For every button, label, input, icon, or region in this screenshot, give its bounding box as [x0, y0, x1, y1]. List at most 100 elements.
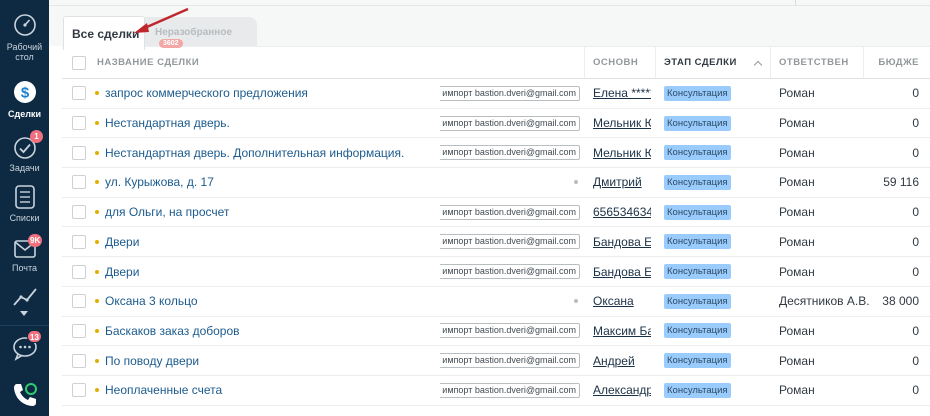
nav-leads[interactable]: $ Сделки — [0, 78, 49, 119]
header-responsible[interactable]: Ответствен — [779, 47, 869, 78]
table-row[interactable]: Двери импорт bastion.dveri@gmail.com Бандо… — [62, 228, 930, 258]
contact-cell: 656534634 — [593, 198, 651, 227]
row-checkbox[interactable] — [72, 205, 86, 220]
row-checkbox[interactable] — [72, 116, 86, 131]
lead-name-link[interactable]: По поводу двери — [105, 354, 199, 368]
contact-cell: Мельник Ю — [593, 138, 651, 167]
budget-cell: 0 — [912, 323, 919, 338]
table-row[interactable]: Нестандартная дверь. Дополнительная инфо… — [62, 138, 930, 169]
nav-stats[interactable] — [0, 285, 49, 309]
stage-cell: Консультация — [664, 376, 774, 405]
table-row[interactable]: Баскаков заказ доборов импорт bastion.dve… — [62, 317, 930, 347]
select-all-checkbox[interactable] — [72, 55, 86, 70]
table-row[interactable]: запрос коммерческого предложения импорт b… — [62, 79, 930, 109]
stats-icon — [12, 288, 37, 306]
table-row[interactable]: Оксана 3 кольцо Оксана Консультация Десятни… — [62, 287, 930, 317]
lead-name-link[interactable]: Двери — [105, 235, 139, 249]
tag-cell: импорт bastion.dveri@gmail.com — [440, 109, 580, 138]
contact-link[interactable]: Андрей — [593, 354, 635, 368]
lead-tag[interactable]: импорт bastion.dveri@gmail.com — [440, 234, 580, 250]
table-row[interactable]: По поводу двери импорт bastion.dveri@gmai… — [62, 346, 930, 376]
table-row[interactable]: Нестандартная дверь. импорт bastion.dveri… — [62, 109, 930, 139]
contact-cell: Дмитрий — [593, 168, 651, 197]
header-budget[interactable]: Бюдже — [870, 47, 919, 78]
stage-badge: Консультация — [664, 353, 731, 369]
nav-chat[interactable]: 13 — [0, 330, 49, 361]
stage-cell: Консультация — [664, 317, 774, 346]
lead-tag[interactable]: импорт bastion.dveri@gmail.com — [440, 145, 580, 161]
nav-lists[interactable]: Списки — [0, 184, 49, 223]
contact-cell: Елена ****** — [593, 79, 651, 108]
row-checkbox[interactable] — [72, 264, 86, 279]
contact-link[interactable]: Бандова Ев — [593, 265, 651, 279]
lead-name-link[interactable]: Баскаков заказ доборов — [105, 324, 240, 338]
budget-cell: 0 — [912, 116, 919, 131]
lead-name-link[interactable]: запрос коммерческого предложения — [105, 86, 308, 100]
table-row[interactable]: Неоплаченные счета импорт bastion.dveri@g… — [62, 376, 930, 406]
stage-cell: Консультация — [664, 138, 774, 167]
lead-name-link[interactable]: Неоплаченные счета — [105, 383, 222, 397]
header-separator — [584, 47, 585, 78]
table-row[interactable]: Двери импорт bastion.dveri@gmail.com Бандо… — [62, 257, 930, 287]
lead-tag[interactable]: импорт bastion.dveri@gmail.com — [440, 353, 580, 369]
status-dot — [95, 358, 99, 363]
lead-name-link[interactable]: Нестандартная дверь. — [105, 116, 230, 130]
contact-cell: Андрей — [593, 346, 651, 375]
row-checkbox[interactable] — [72, 294, 86, 309]
lead-tag[interactable]: импорт bastion.dveri@gmail.com — [440, 85, 580, 101]
contact-link[interactable]: Елена ****** — [593, 86, 651, 100]
lead-tag[interactable]: импорт bastion.dveri@gmail.com — [440, 323, 580, 339]
row-checkbox[interactable] — [72, 175, 86, 190]
status-dot — [95, 388, 99, 393]
header-separator — [655, 47, 656, 78]
nav-mail[interactable]: Почта 9K — [0, 234, 49, 273]
stage-badge: Консультация — [664, 145, 731, 161]
tag-cell: импорт bastion.dveri@gmail.com — [440, 346, 580, 375]
tasks-badge: 1 — [30, 130, 43, 143]
contact-link[interactable]: Дмитрий — [593, 175, 642, 189]
nav-tasks[interactable]: Задачи 1 — [0, 130, 49, 173]
row-checkbox[interactable] — [72, 353, 86, 368]
row-checkbox[interactable] — [72, 234, 86, 249]
contact-link[interactable]: Мельник Ю — [593, 116, 651, 130]
table-row[interactable]: для Ольги, на просчет импорт bastion.dver… — [62, 198, 930, 228]
contact-link[interactable]: Мельник Ю — [593, 146, 651, 160]
lead-tag[interactable]: импорт bastion.dveri@gmail.com — [440, 264, 580, 280]
table-row[interactable]: ул. Курыжова, д. 17 Дмитрий Консультация Ро… — [62, 168, 930, 198]
responsible-cell: Роман — [779, 205, 815, 220]
status-dot — [95, 299, 99, 304]
lists-icon — [14, 185, 35, 209]
row-checkbox[interactable] — [72, 323, 86, 338]
contact-link[interactable]: Александр — [593, 383, 651, 397]
row-checkbox[interactable] — [72, 86, 86, 101]
lead-name-link[interactable]: ул. Курыжова, д. 17 — [105, 175, 214, 189]
header-contact[interactable]: Основн — [593, 47, 651, 78]
responsible-cell: Роман — [779, 264, 815, 279]
nav-phone[interactable] — [0, 373, 49, 416]
status-dot — [95, 121, 99, 126]
contact-link[interactable]: 656534634 — [593, 205, 651, 219]
status-dot — [95, 328, 99, 333]
row-checkbox[interactable] — [72, 145, 86, 160]
header-name[interactable]: Название сделки — [97, 47, 437, 78]
contact-cell: Оксана — [593, 287, 651, 316]
lead-tag[interactable]: импорт bastion.dveri@gmail.com — [440, 115, 580, 131]
contact-link[interactable]: Оксана — [593, 294, 634, 308]
lead-name-link[interactable]: Оксана 3 кольцо — [105, 294, 198, 308]
contact-link[interactable]: Бандова Ев — [593, 235, 651, 249]
tag-cell: импорт bastion.dveri@gmail.com — [440, 257, 580, 286]
lead-tag[interactable]: импорт bastion.dveri@gmail.com — [440, 204, 580, 220]
nav-dashboard-label-2: стол — [15, 52, 34, 62]
lead-name-link[interactable]: Нестандартная дверь. Дополнительная инфо… — [105, 146, 404, 160]
contact-cell: Бандова Ев — [593, 257, 651, 286]
stage-cell: Консультация — [664, 287, 774, 316]
lead-name-link[interactable]: для Ольги, на просчет — [105, 205, 229, 219]
lead-name-link[interactable]: Двери — [105, 265, 139, 279]
sidebar-expand-caret-icon[interactable] — [20, 311, 28, 316]
stage-cell: Консультация — [664, 228, 774, 257]
nav-dashboard[interactable]: Рабочий стол — [0, 13, 49, 62]
responsible-cell: Роман — [779, 175, 815, 190]
contact-link[interactable]: Максим Бас — [593, 324, 651, 338]
row-checkbox[interactable] — [72, 383, 86, 398]
lead-tag[interactable]: импорт bastion.dveri@gmail.com — [440, 382, 580, 398]
